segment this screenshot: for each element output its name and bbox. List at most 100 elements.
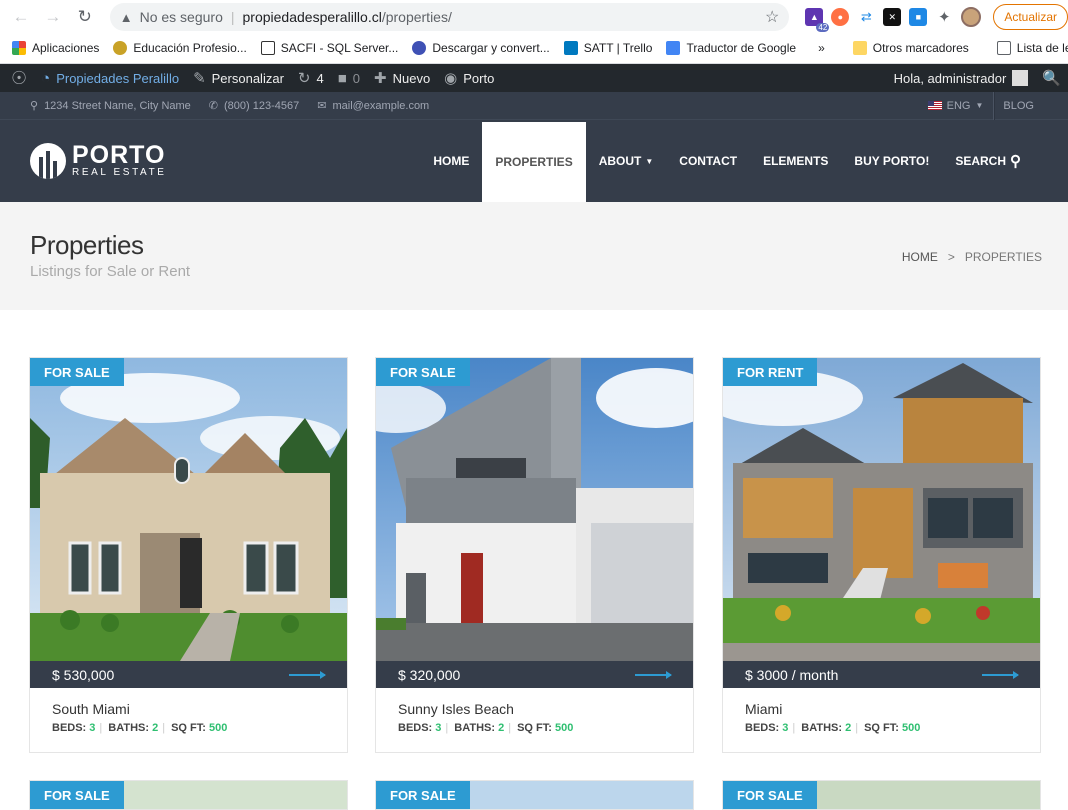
other-bookmarks[interactable]: Otros marcadores (852, 41, 969, 55)
baths-value: 2 (152, 722, 159, 734)
breadcrumb-separator: > (947, 250, 955, 264)
url-host: propiedadesperalillo.cl (242, 9, 382, 25)
reload-icon[interactable]: ↻ (72, 4, 98, 30)
menu-contact[interactable]: CONTACT (666, 120, 750, 202)
folder-icon (852, 41, 867, 55)
property-card[interactable]: FOR SALE (722, 780, 1041, 810)
baths-label: BATHS: (454, 722, 496, 734)
language-label: ENG (946, 99, 971, 112)
admin-site-link[interactable]: ◔ Propiedades Peralillo (34, 64, 186, 92)
browser-chrome: ← → ↻ ▲ No es seguro | propiedadesperali… (0, 0, 1068, 64)
property-card[interactable]: FOR SALE $ 320,000 Sunny Isles Beach BED… (375, 357, 694, 753)
extensions-puzzle-icon[interactable]: ✦ (935, 8, 953, 26)
arrow-right-icon (982, 670, 1019, 679)
bookmark-descargar[interactable]: Descargar y convert... (412, 41, 550, 55)
price-bar[interactable]: $ 320,000 (376, 661, 693, 688)
chevron-down-icon: ▼ (645, 156, 654, 166)
admin-search-icon[interactable]: 🔍 (1035, 64, 1068, 92)
menu-search[interactable]: SEARCH ⚲ (942, 120, 1034, 202)
property-photo[interactable]: FOR SALE (30, 358, 347, 661)
chevron-down-icon: ▼ (975, 101, 984, 110)
bookmark-sacfi[interactable]: SACFI - SQL Server... (260, 41, 398, 55)
email-text: mail@example.com (332, 99, 430, 112)
update-button[interactable]: Actualizar (993, 4, 1068, 30)
extension-badge: 42 (816, 23, 830, 32)
property-card[interactable]: FOR SALE (375, 780, 694, 810)
wordpress-logo-icon[interactable]: ☉ (4, 64, 34, 92)
apps-grid-icon (12, 41, 26, 55)
price-bar[interactable]: $ 530,000 (30, 661, 347, 688)
property-photo[interactable]: FOR SALE (376, 358, 693, 661)
blog-link[interactable]: BLOG (994, 91, 1042, 120)
beds-label: BEDS: (52, 722, 87, 734)
property-card[interactable]: FOR SALE (29, 780, 348, 810)
listing-title[interactable]: Sunny Isles Beach (398, 701, 514, 717)
page-title-section: Properties Listings for Sale or Rent HOM… (0, 202, 1068, 310)
bookmark-educacion[interactable]: Educación Profesio... (113, 41, 247, 55)
globe-icon (412, 41, 427, 55)
extension-hat-icon[interactable]: ▲ 42 (805, 8, 830, 32)
baths-label: BATHS: (801, 722, 843, 734)
forward-icon[interactable]: → (40, 4, 66, 30)
bookmark-label: Descargar y convert... (432, 41, 550, 55)
reading-list[interactable]: Lista de lectura (996, 41, 1068, 55)
bookmarks-overflow-button[interactable]: » (818, 41, 825, 55)
address-bar[interactable]: ▲ No es seguro | propiedadesperalillo.cl… (109, 3, 790, 31)
page-title: Properties (30, 230, 144, 260)
trello-icon (563, 41, 578, 55)
bookmark-label: Otros marcadores (872, 41, 969, 55)
bookmark-apps[interactable]: Aplicaciones (12, 41, 99, 55)
site-logo[interactable]: PORTO REAL ESTATE (30, 120, 167, 202)
envelope-icon: ✉ (317, 100, 327, 112)
brush-icon: ✎ (193, 70, 206, 87)
admin-updates-link[interactable]: ↻ 4 (291, 64, 331, 92)
bookmark-star-icon[interactable]: ☆ (765, 7, 779, 27)
bookmark-label: Aplicaciones (32, 41, 100, 55)
email-info[interactable]: ✉ mail@example.com (317, 99, 430, 113)
phone-icon: ✆ (208, 100, 219, 112)
breadcrumb-home[interactable]: HOME (902, 250, 938, 264)
listing-price: $ 320,000 (398, 666, 461, 683)
beds-label: BEDS: (745, 722, 780, 734)
extension-arrows-icon[interactable]: ⇄ (857, 8, 875, 26)
arrow-right-icon (635, 670, 672, 679)
security-warning: No es seguro (139, 9, 223, 25)
listing-price: $ 3000 / month (745, 666, 839, 683)
listing-title[interactable]: Miami (745, 701, 782, 717)
language-switcher[interactable]: ENG ▼ (918, 91, 995, 120)
back-icon[interactable]: ← (8, 4, 34, 30)
admin-new-link[interactable]: ✚ Nuevo (367, 64, 437, 92)
listing-specs: BEDS: 3 | BATHS: 2 | SQ FT: 500 (52, 722, 228, 734)
bookmarks-bar: Aplicaciones Educación Profesio... SACFI… (0, 34, 1068, 62)
listing-title[interactable]: South Miami (52, 701, 130, 717)
dashboard-icon: ◔ (41, 69, 51, 87)
updates-icon: ↻ (297, 70, 311, 87)
property-card[interactable]: FOR RENT $ 3000 / month Miami BEDS: 3 | B… (722, 357, 1041, 753)
admin-customize-link[interactable]: ✎ Personalizar (186, 64, 291, 92)
menu-home[interactable]: HOME (420, 120, 482, 202)
menu-elements[interactable]: ELEMENTS (750, 120, 841, 202)
admin-theme-link[interactable]: ◉ Porto (437, 64, 501, 92)
extension-x-icon[interactable]: ✕ (883, 8, 902, 26)
beds-value: 3 (782, 722, 789, 734)
customize-label: Personalizar (211, 70, 284, 86)
price-bar[interactable]: $ 3000 / month (723, 661, 1040, 688)
bookmark-translate[interactable]: Traductor de Google (666, 41, 796, 55)
bookmark-trello[interactable]: SATT | Trello (563, 41, 652, 55)
page-subtitle: Listings for Sale or Rent (30, 263, 191, 280)
extension-fire-icon[interactable]: ● (831, 8, 850, 26)
menu-buy-porto[interactable]: BUY PORTO! (841, 120, 942, 202)
phone-info[interactable]: ✆ (800) 123-4567 (208, 99, 299, 113)
property-card[interactable]: FOR SALE $ 530,000 South Miami BEDS: 3 | … (29, 357, 348, 753)
menu-properties[interactable]: PROPERTIES (482, 122, 586, 202)
sqft-label: SQ FT: (517, 722, 552, 734)
profile-avatar[interactable] (961, 7, 982, 27)
url-path: /properties/ (381, 9, 452, 25)
menu-about[interactable]: ABOUT ▼ (586, 120, 667, 202)
beds-label: BEDS: (398, 722, 433, 734)
breadcrumb-current: PROPERTIES (964, 250, 1042, 264)
admin-comments-link[interactable]: ■ 0 (331, 64, 367, 92)
property-photo[interactable]: FOR RENT (723, 358, 1040, 661)
admin-account-link[interactable]: Hola, administrador (887, 64, 1036, 92)
extension-window-icon[interactable]: ■ (909, 8, 928, 26)
